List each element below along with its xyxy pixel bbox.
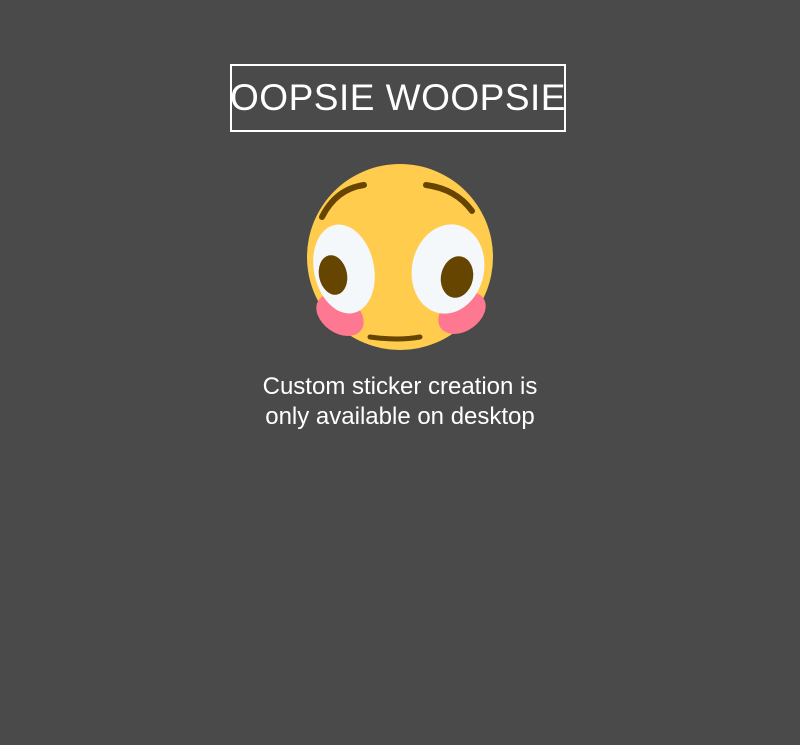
page-title: OOPSIE WOOPSIE: [230, 77, 566, 118]
message-line-1: Custom sticker creation is: [262, 373, 538, 400]
desktop-only-message: Custom sticker creation is only availabl…: [200, 372, 600, 432]
flushed-face-icon: [306, 163, 494, 351]
error-page: OOPSIE WOOPSIE Custom sticker creation i…: [0, 0, 800, 745]
message-line-2: only available on desktop: [265, 403, 535, 430]
title-box: OOPSIE WOOPSIE: [230, 64, 566, 132]
